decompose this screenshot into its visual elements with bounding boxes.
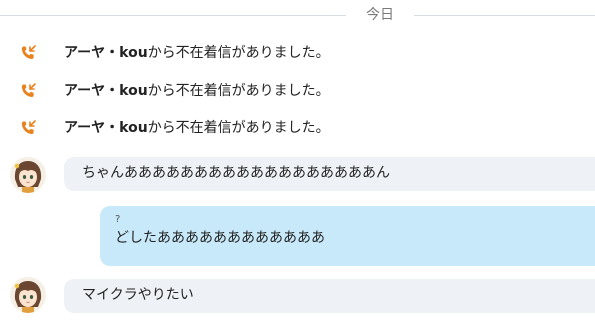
- missed-call-icon: [21, 83, 36, 98]
- missed-call-text: アーヤ・kouから不在着信がありました。: [64, 42, 330, 64]
- message-text: マイクラやりたい: [82, 287, 194, 303]
- message-prefix: ?: [115, 214, 121, 225]
- caller-name: アーヤ・kou: [64, 45, 148, 61]
- divider-line: [414, 15, 595, 16]
- avatar-image: [10, 157, 46, 193]
- missed-call-row[interactable]: アーヤ・kouから不在着信がありました。: [0, 38, 595, 68]
- missed-call-message: から不在着信がありました。: [147, 120, 330, 136]
- avatar[interactable]: [10, 277, 46, 313]
- message-text: どしたああああああああああああ: [115, 230, 325, 246]
- missed-call-row[interactable]: アーヤ・kouから不在着信がありました。: [0, 76, 595, 106]
- avatar-image: [10, 277, 46, 313]
- caller-name: アーヤ・kou: [64, 120, 148, 136]
- missed-call-text: アーヤ・kouから不在着信がありました。: [64, 117, 330, 139]
- missed-call-message: から不在着信がありました。: [147, 83, 330, 99]
- missed-call-text: アーヤ・kouから不在着信がありました。: [64, 80, 330, 102]
- caller-name: アーヤ・kou: [64, 83, 148, 99]
- message-text: ちゃんああああああああああああああああああん: [82, 165, 390, 181]
- chat-history: 今日 アーヤ・kouから不在着信がありました。 アーヤ・kouから不在着信があり…: [0, 0, 595, 321]
- incoming-message-bubble[interactable]: マイクラやりたい: [64, 279, 595, 313]
- date-divider: 今日: [0, 0, 595, 30]
- date-divider-label: 今日: [366, 7, 394, 23]
- missed-call-message: から不在着信がありました。: [147, 45, 330, 61]
- avatar[interactable]: [10, 157, 46, 193]
- divider-line: [0, 15, 346, 16]
- outgoing-message-bubble[interactable]: ? どしたああああああああああああ: [100, 206, 595, 266]
- missed-call-icon: [21, 45, 36, 60]
- missed-call-icon: [21, 120, 36, 135]
- missed-call-row[interactable]: アーヤ・kouから不在着信がありました。: [0, 113, 595, 143]
- incoming-message-bubble[interactable]: ちゃんああああああああああああああああああん: [64, 157, 595, 191]
